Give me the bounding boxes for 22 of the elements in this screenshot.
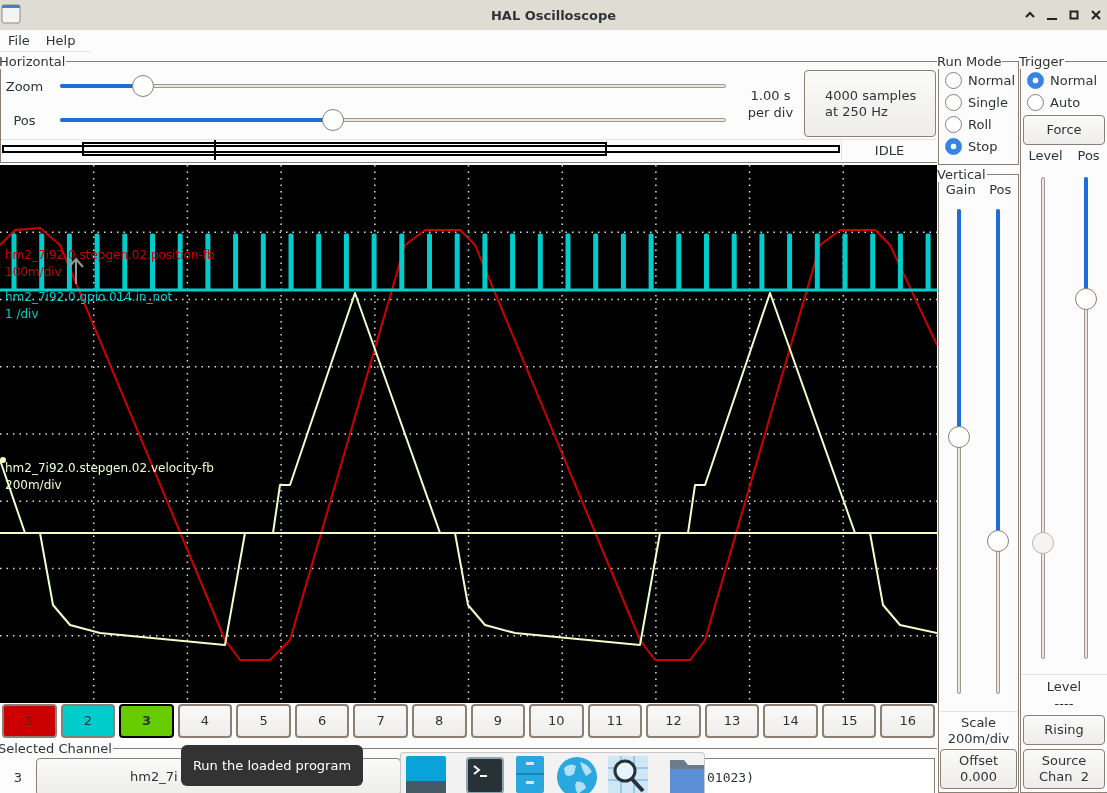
channel-number: 3 (12, 769, 24, 785)
time-scale-text: 1.00 s (750, 87, 791, 104)
level-readout: ---- (1054, 695, 1074, 712)
scale-text: 200m/div (947, 730, 1010, 747)
slider-label: Pos (989, 182, 1012, 198)
slider-label: Pos (12, 112, 37, 128)
time-scale-text: per div (747, 104, 794, 121)
slider-label: Level (1028, 147, 1063, 165)
value-text: 01023) (707, 769, 754, 785)
slider-label: Gain (945, 182, 976, 198)
window-title: HAL Oscilloscope (490, 7, 616, 23)
panel-title: Run Mode (937, 54, 1003, 69)
panel-title: Trigger (1019, 54, 1065, 69)
slider-label: Pos (1077, 147, 1100, 165)
tooltip-text: Run the loaded program (192, 758, 352, 773)
panel-title: Vertical (937, 167, 987, 182)
panel-title: Horizontal (0, 54, 67, 69)
scale-text: Scale (961, 714, 996, 731)
trace-scale: 1 /div (5, 306, 39, 323)
slider-label: Zoom (4, 78, 45, 94)
level-readout: Level (1046, 678, 1082, 695)
status-label: IDLE (874, 142, 905, 158)
